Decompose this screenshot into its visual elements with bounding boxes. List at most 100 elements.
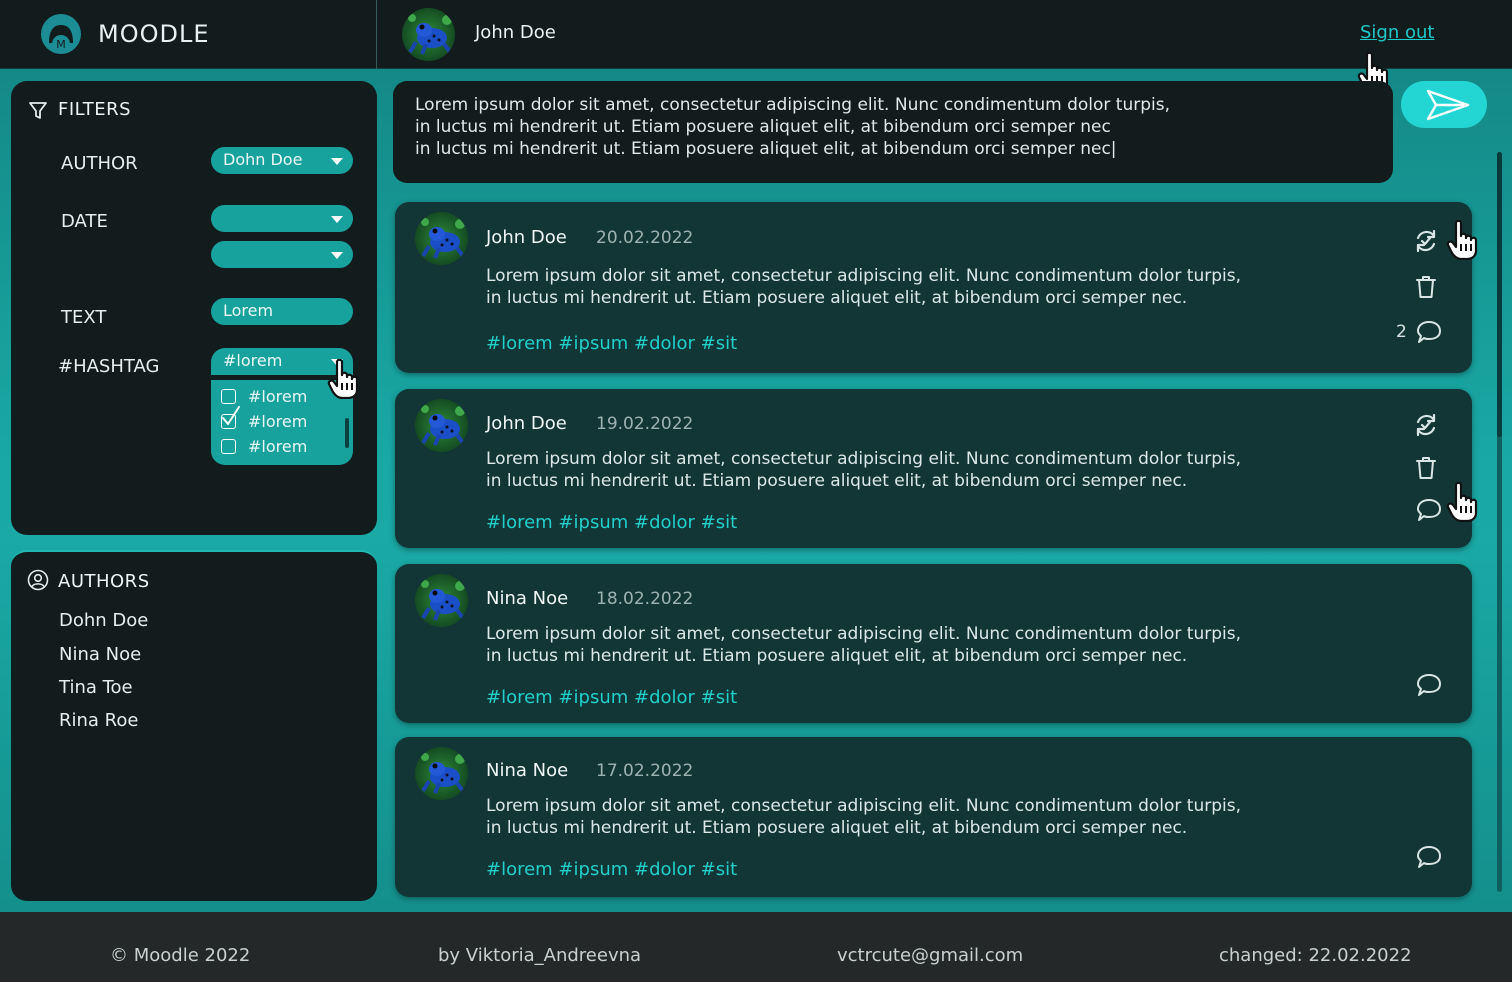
chevron-down-icon	[331, 216, 343, 223]
feed-scrollbar[interactable]	[1497, 152, 1502, 892]
text-filter-label: TEXT	[61, 307, 107, 328]
new-post-textarea[interactable]: Lorem ipsum dolor sit amet, consectetur …	[393, 81, 1393, 183]
trash-icon[interactable]	[1412, 273, 1440, 301]
post-card: Nina Noe 17.02.2022 Lorem ipsum dolor si…	[395, 737, 1472, 897]
post-hashtags[interactable]: #lorem #ipsum #dolor #sit	[486, 687, 737, 708]
hand-pointer-icon	[1446, 482, 1480, 522]
post-author[interactable]: Nina Noe	[486, 588, 568, 609]
post-body-line: Lorem ipsum dolor sit amet, consectetur …	[486, 449, 1242, 469]
hashtag-filter-label: #HASHTAG	[58, 356, 160, 377]
post-body: Lorem ipsum dolor sit amet, consectetur …	[486, 623, 1306, 667]
post-author[interactable]: Nina Noe	[486, 760, 568, 781]
author-filter-label: AUTHOR	[61, 153, 138, 174]
date-filter-label: DATE	[61, 211, 108, 232]
footer-copyright: © Moodle 2022	[110, 945, 251, 966]
post-body: Lorem ipsum dolor sit amet, consectetur …	[486, 448, 1306, 492]
post-body-line: Lorem ipsum dolor sit amet, consectetur …	[486, 796, 1242, 816]
sign-out-link[interactable]: Sign out	[1360, 22, 1434, 43]
post-body-line: in luctus mi hendrerit ut. Etiam posuere…	[486, 818, 1188, 838]
current-user-avatar[interactable]	[402, 8, 455, 61]
author-list-item[interactable]: Nina Noe	[59, 644, 141, 665]
send-button[interactable]	[1401, 81, 1487, 128]
hand-pointer-icon	[327, 359, 361, 399]
composer-line: Lorem ipsum dolor sit amet, consectetur …	[415, 95, 1171, 115]
post-date: 18.02.2022	[596, 589, 694, 609]
post-card: John Doe 19.02.2022 Lorem ipsum dolor si…	[395, 389, 1472, 548]
hashtag-option-label: #lorem	[248, 411, 308, 431]
post-card: Nina Noe 18.02.2022 Lorem ipsum dolor si…	[395, 564, 1472, 723]
comment-icon[interactable]	[1415, 496, 1443, 524]
post-body-line: Lorem ipsum dolor sit amet, consectetur …	[486, 266, 1242, 286]
date-to-select[interactable]	[211, 241, 353, 268]
hashtag-option[interactable]: #lorem	[221, 405, 308, 432]
current-user-name: John Doe	[475, 22, 556, 43]
comment-icon[interactable]	[1415, 318, 1443, 346]
author-list-item[interactable]: Dohn Doe	[59, 610, 148, 631]
footer-author: by Viktoria_Andreevna	[438, 945, 642, 966]
checkbox-checked[interactable]	[221, 405, 240, 429]
text-filter-input[interactable]: Lorem	[211, 298, 353, 325]
feed-scrollbar-thumb[interactable]	[1497, 152, 1502, 437]
funnel-icon	[29, 102, 47, 119]
hashtag-option-label: #lorem	[248, 436, 308, 456]
hashtag-option[interactable]: #lorem	[221, 435, 307, 457]
moodle-logo-icon: M	[41, 14, 81, 54]
top-bar: M MOODLE John Doe Sign out	[0, 0, 1512, 69]
filters-panel: FILTERS AUTHOR Dohn Doe DATE TEXT Lorem …	[11, 81, 377, 535]
comment-icon[interactable]	[1415, 843, 1443, 871]
post-body-line: in luctus mi hendrerit ut. Etiam posuere…	[486, 471, 1188, 491]
hashtag-option[interactable]: #lorem	[221, 385, 307, 407]
checkbox-unchecked[interactable]	[221, 388, 236, 404]
comment-count: 2	[1396, 322, 1407, 342]
post-date: 20.02.2022	[596, 228, 694, 248]
text-filter-value: Lorem	[223, 301, 274, 320]
post-author-avatar[interactable]	[415, 212, 468, 265]
post-body: Lorem ipsum dolor sit amet, consectetur …	[486, 795, 1306, 839]
chevron-down-icon	[331, 252, 343, 259]
refresh-icon[interactable]	[1412, 227, 1440, 255]
footer-changed-date: changed: 22.02.2022	[1219, 945, 1412, 966]
post-author[interactable]: John Doe	[486, 227, 567, 248]
date-from-select[interactable]	[211, 205, 353, 232]
post-hashtags[interactable]: #lorem #ipsum #dolor #sit	[486, 333, 737, 354]
author-select-value: Dohn Doe	[223, 150, 303, 169]
footer-email[interactable]: vctrcute@gmail.com	[837, 945, 1023, 966]
svg-text:M: M	[56, 38, 66, 51]
post-author-avatar[interactable]	[415, 747, 468, 800]
author-list-item[interactable]: Rina Roe	[59, 710, 138, 731]
post-body-line: Lorem ipsum dolor sit amet, consectetur …	[486, 624, 1242, 644]
post-hashtags[interactable]: #lorem #ipsum #dolor #sit	[486, 512, 737, 533]
post-author[interactable]: John Doe	[486, 413, 567, 434]
composer-line: in luctus mi hendrerit ut. Etiam posuere…	[415, 139, 1117, 159]
author-select[interactable]: Dohn Doe	[211, 147, 353, 174]
checkbox-unchecked[interactable]	[221, 438, 236, 454]
refresh-icon[interactable]	[1412, 411, 1440, 439]
hashtag-option-label: #lorem	[248, 386, 308, 406]
brand-area: M MOODLE	[0, 0, 377, 69]
post-date: 19.02.2022	[596, 414, 694, 434]
dropdown-scrollbar[interactable]	[345, 418, 349, 448]
paper-plane-icon	[1426, 89, 1470, 121]
checkmark-icon	[222, 405, 240, 425]
post-author-avatar[interactable]	[415, 399, 468, 452]
authors-title: AUTHORS	[58, 571, 150, 592]
trash-icon[interactable]	[1412, 454, 1440, 482]
hand-pointer-icon	[1446, 220, 1480, 260]
brand-name: MOODLE	[98, 20, 210, 48]
post-body: Lorem ipsum dolor sit amet, consectetur …	[486, 265, 1306, 309]
chevron-down-icon	[331, 158, 343, 165]
comment-icon[interactable]	[1415, 671, 1443, 699]
post-card: John Doe 20.02.2022 Lorem ipsum dolor si…	[395, 202, 1472, 373]
composer-line: in luctus mi hendrerit ut. Etiam posuere…	[415, 117, 1111, 137]
hashtag-select-value: #lorem	[223, 351, 283, 370]
authors-panel: AUTHORS Dohn Doe Nina Noe Tina Toe Rina …	[11, 550, 377, 901]
post-hashtags[interactable]: #lorem #ipsum #dolor #sit	[486, 859, 737, 880]
post-date: 17.02.2022	[596, 761, 694, 781]
post-body-line: in luctus mi hendrerit ut. Etiam posuere…	[486, 646, 1188, 666]
filters-title: FILTERS	[58, 99, 132, 120]
author-list-item[interactable]: Tina Toe	[59, 677, 133, 698]
post-body-line: in luctus mi hendrerit ut. Etiam posuere…	[486, 288, 1188, 308]
footer: © Moodle 2022 by Viktoria_Andreevna vctr…	[0, 912, 1512, 982]
post-author-avatar[interactable]	[415, 574, 468, 627]
user-circle-icon	[27, 569, 49, 591]
